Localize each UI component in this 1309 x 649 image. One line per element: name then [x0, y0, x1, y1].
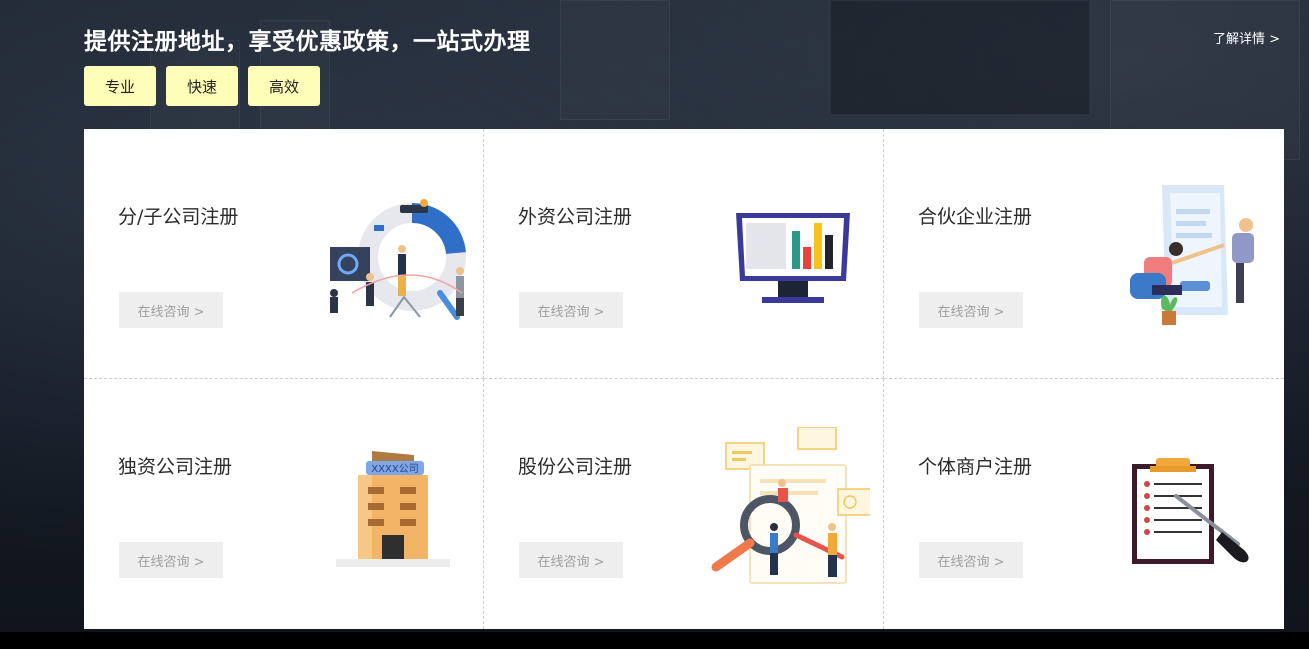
service-grid: 分/子公司注册 在线咨询 > 外资公司注册 在线咨询 > 合伙企业注册 在线咨询…: [84, 129, 1284, 629]
card-title: 个体商户注册: [918, 456, 1033, 478]
consult-button[interactable]: 在线咨询 >: [919, 292, 1023, 328]
card-title: 合伙企业注册: [918, 206, 1033, 228]
consult-button[interactable]: 在线咨询 >: [119, 292, 223, 328]
card-individual-business[interactable]: 个体商户注册 在线咨询 >: [884, 379, 1284, 629]
consult-button[interactable]: 在线咨询 >: [519, 292, 623, 328]
card-title: 独资公司注册: [118, 456, 233, 478]
partners-handshake-illustration: [1130, 185, 1254, 325]
tag-efficient: 高效: [248, 66, 320, 106]
magnifier-documents-illustration: [711, 427, 870, 584]
team-chart-illustration: [330, 199, 466, 320]
card-branch-company[interactable]: 分/子公司注册 在线咨询 >: [84, 129, 484, 379]
page-headline: 提供注册地址，享受优惠政策，一站式办理: [84, 29, 531, 55]
tag-fast: 快速: [166, 66, 238, 106]
feature-tags: 专业 快速 高效: [84, 66, 320, 106]
bottom-bar: [0, 632, 1309, 649]
consult-button[interactable]: 在线咨询 >: [919, 542, 1023, 578]
card-title: 外资公司注册: [518, 206, 633, 228]
clipboard-pen-illustration: [1132, 458, 1249, 564]
tag-professional: 专业: [84, 66, 156, 106]
consult-button[interactable]: 在线咨询 >: [119, 542, 223, 578]
monitor-chart-illustration: [736, 213, 850, 303]
card-title: 股份公司注册: [518, 456, 633, 478]
consult-button[interactable]: 在线咨询 >: [519, 542, 623, 578]
learn-more-link[interactable]: 了解详情 >: [1213, 28, 1280, 47]
building-sign-text: XXXX公司: [371, 464, 419, 475]
card-foreign-company[interactable]: 外资公司注册 在线咨询 >: [484, 129, 884, 379]
card-title: 分/子公司注册: [118, 206, 239, 228]
card-joint-stock[interactable]: 股份公司注册 在线咨询 >: [484, 379, 884, 629]
card-partnership[interactable]: 合伙企业注册 在线咨询 >: [884, 129, 1284, 379]
card-sole-proprietorship[interactable]: 独资公司注册 在线咨询 > XXXX公司: [84, 379, 484, 629]
